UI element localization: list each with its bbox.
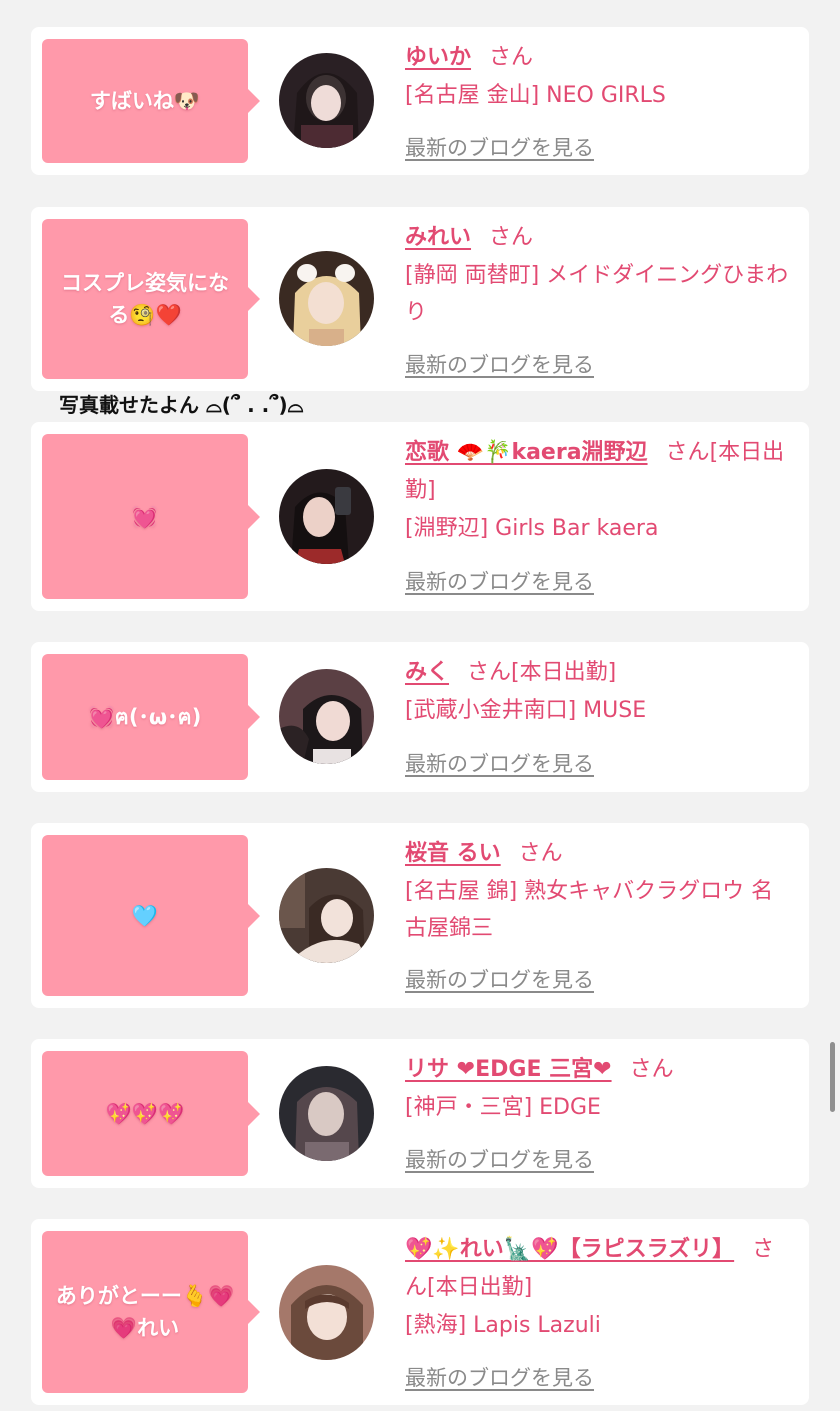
cast-name-link[interactable]: 恋歌 🪭🎋kaera淵野辺 xyxy=(405,440,648,465)
avatar-image xyxy=(279,251,374,346)
comment-bubble: 💓ฅ(･ω･ฅ) xyxy=(42,654,260,780)
comment-card: すばいね🐶 ゆいか さん [名古屋 金山] NEO GIRLS 最新のブログを見る xyxy=(31,27,809,175)
cast-name-link[interactable]: みれい xyxy=(405,225,471,250)
cast-name-link[interactable]: リサ ❤EDGE 三宮❤ xyxy=(405,1057,612,1082)
avatar-image xyxy=(279,53,374,148)
name-line: ゆいか さん xyxy=(405,39,795,77)
comment-text: 💓 xyxy=(131,504,159,529)
avatar[interactable] xyxy=(279,1066,374,1161)
floating-comment: 写真載せたよん ⌓(՞ . .՞)⌓ xyxy=(59,393,304,417)
cast-info: みく さん[本日出勤] [武蔵小金井南口] MUSE xyxy=(405,654,795,729)
comment-card: 🩵 桜音 るい さん [名古屋 錦] 熟女キャバクラグロウ 名古屋錦三 最新のブロ… xyxy=(31,823,809,1008)
shift-status: [本日出勤] xyxy=(511,660,617,685)
latest-blog-link[interactable]: 最新のブログを見る xyxy=(405,132,594,162)
comment-card: 💓 恋歌 🪭🎋kaera淵野辺 さん[本日出勤] [淵野辺] Girls Bar … xyxy=(31,422,809,611)
shop-name: [名古屋 金山] NEO GIRLS xyxy=(405,83,666,108)
avatar-image xyxy=(279,1066,374,1161)
comment-text: ありがとーー🫰💗💗れい xyxy=(55,1284,235,1340)
honorific: さん xyxy=(629,1057,674,1082)
comment-text: コスプレ姿気になる🧐❤️ xyxy=(61,271,229,327)
latest-blog-link[interactable]: 最新のブログを見る xyxy=(405,964,594,994)
cast-info: 💖✨れい🗽💖【ラピスラズリ】 さん[本日出勤] [熱海] Lapis Lazuli xyxy=(405,1231,795,1344)
avatar-image xyxy=(279,1265,374,1360)
comment-feed: すばいね🐶 ゆいか さん [名古屋 金山] NEO GIRLS 最新のブログを見る… xyxy=(0,0,840,1411)
avatar[interactable] xyxy=(279,1265,374,1360)
comment-text: 🩵 xyxy=(131,903,159,928)
cast-name-link[interactable]: ゆいか xyxy=(405,45,471,70)
name-line: みく さん[本日出勤] xyxy=(405,654,795,692)
name-line: リサ ❤EDGE 三宮❤ さん xyxy=(405,1051,795,1089)
name-line: 桜音 るい さん xyxy=(405,835,795,873)
latest-blog-link[interactable]: 最新のブログを見る xyxy=(405,349,594,379)
avatar[interactable] xyxy=(279,469,374,564)
shift-status: [本日出勤] xyxy=(427,1275,533,1300)
cast-info: ゆいか さん [名古屋 金山] NEO GIRLS xyxy=(405,39,795,114)
honorific: さん xyxy=(518,841,563,866)
cast-name-link[interactable]: 💖✨れい🗽💖【ラピスラズリ】 xyxy=(405,1237,734,1262)
shop-name: [名古屋 錦] 熟女キャバクラグロウ 名古屋錦三 xyxy=(405,879,774,941)
shop-name: [武蔵小金井南口] MUSE xyxy=(405,698,647,723)
honorific: さん xyxy=(467,660,512,685)
comment-text: 💖💖💖 xyxy=(105,1101,185,1126)
avatar[interactable] xyxy=(279,251,374,346)
latest-blog-link[interactable]: 最新のブログを見る xyxy=(405,748,594,778)
cast-name-link[interactable]: みく xyxy=(405,660,449,685)
latest-blog-link[interactable]: 最新のブログを見る xyxy=(405,566,594,596)
honorific: さん xyxy=(489,225,534,250)
name-line: 💖✨れい🗽💖【ラピスラズリ】 さん[本日出勤] xyxy=(405,1231,795,1307)
comment-bubble: コスプレ姿気になる🧐❤️ xyxy=(42,219,260,379)
honorific: さん xyxy=(665,440,710,465)
comment-bubble: 💓 xyxy=(42,434,260,599)
avatar[interactable] xyxy=(279,868,374,963)
comment-card: ありがとーー🫰💗💗れい 💖✨れい🗽💖【ラピスラズリ】 さん[本日出勤] [熱海] … xyxy=(31,1219,809,1405)
avatar-image xyxy=(279,669,374,764)
cast-info: 桜音 るい さん [名古屋 錦] 熟女キャバクラグロウ 名古屋錦三 xyxy=(405,835,795,947)
comment-bubble: 💖💖💖 xyxy=(42,1051,260,1176)
latest-blog-link[interactable]: 最新のブログを見る xyxy=(405,1144,594,1174)
scrollbar[interactable] xyxy=(830,1042,835,1112)
cast-info: リサ ❤EDGE 三宮❤ さん [神戸・三宮] EDGE xyxy=(405,1051,795,1126)
shop-name: [淵野辺] Girls Bar kaera xyxy=(405,516,659,541)
cast-name-link[interactable]: 桜音 るい xyxy=(405,841,501,866)
latest-blog-link[interactable]: 最新のブログを見る xyxy=(405,1362,594,1392)
name-line: 恋歌 🪭🎋kaera淵野辺 さん[本日出勤] xyxy=(405,434,795,510)
comment-bubble: すばいね🐶 xyxy=(42,39,260,163)
avatar[interactable] xyxy=(279,53,374,148)
honorific: さん xyxy=(489,45,534,70)
avatar-image xyxy=(279,868,374,963)
comment-bubble: 🩵 xyxy=(42,835,260,996)
shop-name: [静岡 両替町] メイドダイニングひまわり xyxy=(405,263,789,325)
avatar[interactable] xyxy=(279,669,374,764)
comment-bubble: ありがとーー🫰💗💗れい xyxy=(42,1231,260,1393)
cast-info: みれい さん [静岡 両替町] メイドダイニングひまわり xyxy=(405,219,795,331)
name-line: みれい さん xyxy=(405,219,795,257)
shop-name: [熱海] Lapis Lazuli xyxy=(405,1313,601,1338)
cast-info: 恋歌 🪭🎋kaera淵野辺 さん[本日出勤] [淵野辺] Girls Bar ka… xyxy=(405,434,795,547)
comment-card: 💖💖💖 リサ ❤EDGE 三宮❤ さん [神戸・三宮] EDGE 最新のブログを見… xyxy=(31,1039,809,1188)
comment-text: すばいね🐶 xyxy=(89,89,201,113)
comment-text: 💓ฅ(･ω･ฅ) xyxy=(88,705,202,729)
comment-card: 💓ฅ(･ω･ฅ) みく さん[本日出勤] [武蔵小金井南口] MUSE 最新のブロ… xyxy=(31,642,809,792)
avatar-image xyxy=(279,469,374,564)
comment-card: コスプレ姿気になる🧐❤️ みれい さん [静岡 両替町] メイドダイニングひまわり… xyxy=(31,207,809,391)
shop-name: [神戸・三宮] EDGE xyxy=(405,1095,601,1120)
